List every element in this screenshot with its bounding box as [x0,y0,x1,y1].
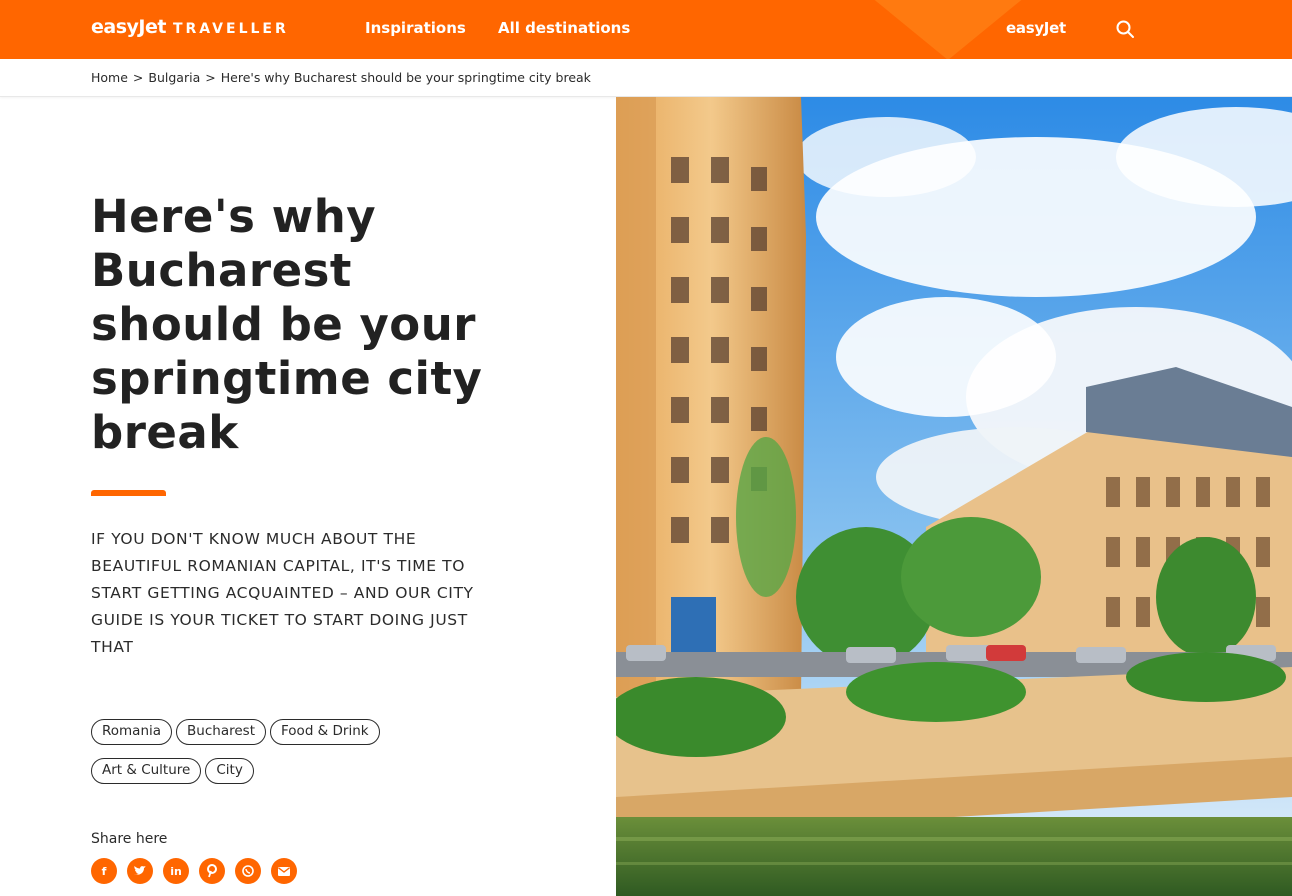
tag-bucharest[interactable]: Bucharest [176,719,267,745]
breadcrumb-bar: Home > Bulgaria > Here's why Bucharest s… [0,59,1292,97]
breadcrumb: Home > Bulgaria > Here's why Bucharest s… [91,70,591,85]
hero-image-bucharest [616,97,1292,896]
nav-all-destinations[interactable]: All destinations [498,19,630,37]
title-accent-bar [91,490,166,496]
tag-list: Romania Bucharest Food & Drink Art & Cul… [91,719,421,784]
breadcrumb-home[interactable]: Home [91,70,128,85]
breadcrumb-separator: > [205,70,216,85]
tag-food-drink[interactable]: Food & Drink [270,719,380,745]
share-buttons: f in [91,858,297,884]
article-title: Here's why Bucharest should be your spri… [91,190,483,459]
facebook-icon[interactable]: f [91,858,117,884]
whatsapp-icon[interactable] [235,858,261,884]
tag-romania[interactable]: Romania [91,719,173,745]
tag-art-culture[interactable]: Art & Culture [91,758,202,784]
article-standfirst: IF YOU DON'T KNOW MUCH ABOUT THE BEAUTIF… [91,530,474,656]
twitter-icon[interactable] [127,858,153,884]
easyjet-brand-link[interactable]: easyJet [1006,19,1066,37]
breadcrumb-bulgaria[interactable]: Bulgaria [148,70,200,85]
email-icon[interactable] [271,858,297,884]
breadcrumb-separator: > [132,70,144,85]
share-label: Share here [91,831,168,847]
hero-illustration [616,97,1292,896]
tag-city[interactable]: City [205,758,254,784]
breadcrumb-current-page: Here's why Bucharest should be your spri… [220,70,591,85]
nav-inspirations[interactable]: Inspirations [365,19,466,37]
search-icon[interactable] [1114,18,1136,40]
easyjet-traveller-logo[interactable]: easyJet TRAVELLER [91,16,289,38]
pinterest-icon[interactable] [199,858,225,884]
top-navigation-bar: easyJet TRAVELLER Inspirations All desti… [0,0,1292,59]
linkedin-icon[interactable]: in [163,858,189,884]
logo-wordmark: easyJet [91,16,166,38]
logo-subtitle: TRAVELLER [172,21,289,37]
